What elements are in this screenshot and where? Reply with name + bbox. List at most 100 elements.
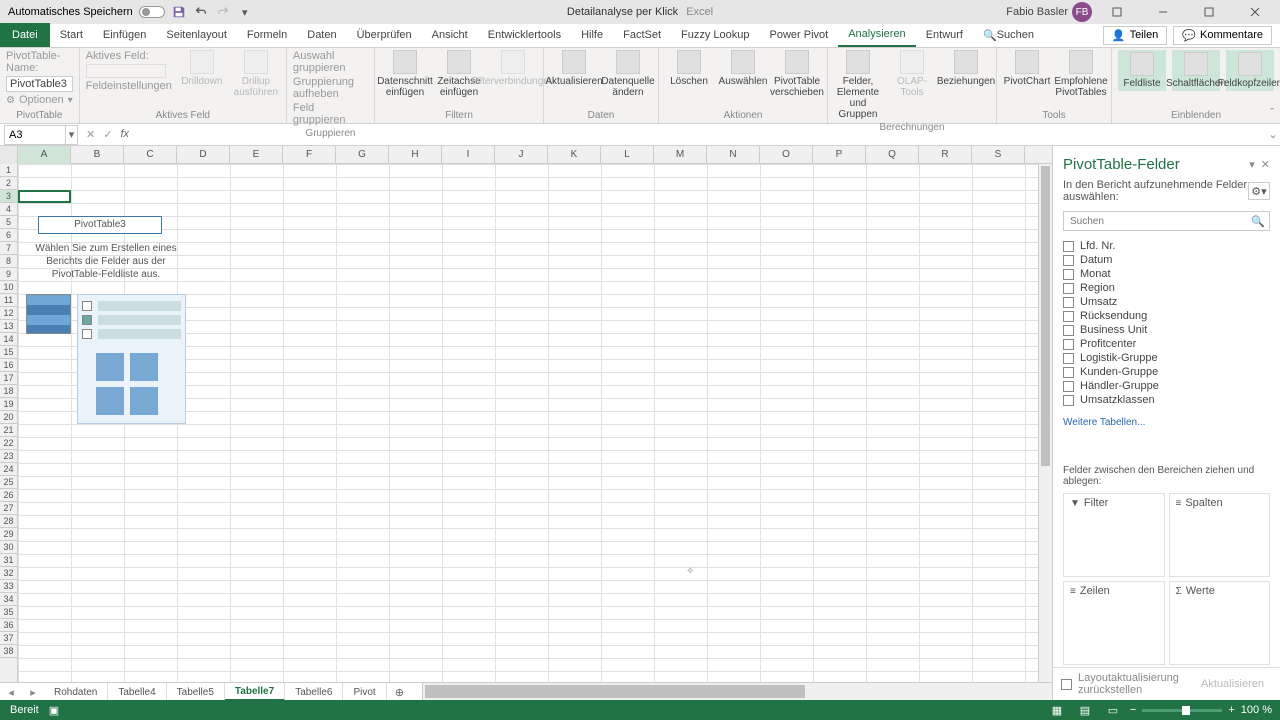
qat-customize-icon[interactable]: ▾ [237, 4, 253, 20]
row-header[interactable]: 22 [0, 437, 17, 450]
field-item[interactable]: Region [1063, 281, 1270, 295]
col-header[interactable]: L [601, 146, 654, 164]
area-filter[interactable]: ▼ Filter [1063, 493, 1165, 577]
field-item[interactable]: Logistik-Gruppe [1063, 351, 1270, 365]
ribbon-mode-icon[interactable] [1096, 0, 1138, 24]
row-header[interactable]: 5 [0, 216, 17, 229]
row-header[interactable]: 14 [0, 333, 17, 346]
sheet-tab[interactable]: Pivot [343, 683, 386, 700]
col-header[interactable]: R [919, 146, 972, 164]
row-header[interactable]: 1 [0, 164, 17, 177]
field-checkbox[interactable] [1063, 395, 1074, 406]
col-header[interactable]: S [972, 146, 1025, 164]
refresh-button[interactable]: Aktualisieren [550, 50, 598, 87]
field-checkbox[interactable] [1063, 381, 1074, 392]
tab-entwurf[interactable]: Entwurf [916, 23, 973, 47]
view-layout-icon[interactable]: ▤ [1074, 702, 1096, 718]
col-header[interactable]: G [336, 146, 389, 164]
tab-überprüfen[interactable]: Überprüfen [347, 23, 422, 47]
recommended-button[interactable]: Empfohlene PivotTables [1057, 50, 1105, 98]
row-header[interactable]: 21 [0, 424, 17, 437]
area-columns[interactable]: ≡ Spalten [1169, 493, 1271, 577]
tab-seitenlayout[interactable]: Seitenlayout [156, 23, 237, 47]
collapse-ribbon-icon[interactable]: ˆ [1270, 107, 1274, 119]
row-header[interactable]: 34 [0, 593, 17, 606]
field-checkbox[interactable] [1063, 269, 1074, 280]
timeline-button[interactable]: Zeitachse einfügen [435, 50, 483, 98]
vertical-scrollbar[interactable] [1038, 164, 1052, 682]
col-header[interactable]: A [18, 146, 71, 164]
sheet-tab[interactable]: Tabelle6 [285, 683, 343, 700]
col-header[interactable]: H [389, 146, 442, 164]
add-sheet-button[interactable]: ⊕ [387, 686, 412, 699]
buttons-button[interactable]: Schaltflächen [1172, 50, 1220, 91]
field-item[interactable]: Händler-Gruppe [1063, 379, 1270, 393]
tab-ansicht[interactable]: Ansicht [422, 23, 478, 47]
area-rows[interactable]: ≡ Zeilen [1063, 581, 1165, 665]
field-checkbox[interactable] [1063, 339, 1074, 350]
field-item[interactable]: Datum [1063, 253, 1270, 267]
col-header[interactable]: N [707, 146, 760, 164]
row-header[interactable]: 8 [0, 255, 17, 268]
row-header[interactable]: 33 [0, 580, 17, 593]
tab-daten[interactable]: Daten [297, 23, 346, 47]
save-icon[interactable] [171, 4, 187, 20]
tab-entwicklertools[interactable]: Entwicklertools [478, 23, 571, 47]
horizontal-scrollbar[interactable] [422, 683, 1052, 700]
col-header[interactable]: D [177, 146, 230, 164]
tab-factset[interactable]: FactSet [613, 23, 671, 47]
name-box[interactable]: A3 [4, 125, 66, 145]
col-header[interactable]: F [283, 146, 336, 164]
fields-items-button[interactable]: Felder, Elemente und Gruppen [834, 50, 882, 120]
pane-close-icon[interactable]: ✕ [1261, 158, 1270, 171]
area-values[interactable]: Σ Werte [1169, 581, 1271, 665]
col-header[interactable]: Q [866, 146, 919, 164]
field-checkbox[interactable] [1063, 283, 1074, 294]
zoom-out-icon[interactable]: − [1130, 704, 1136, 716]
select-button[interactable]: Auswählen [719, 50, 767, 87]
field-item[interactable]: Lfd. Nr. [1063, 239, 1270, 253]
field-search-input[interactable] [1064, 216, 1247, 227]
change-source-button[interactable]: Datenquelle ändern [604, 50, 652, 98]
defer-checkbox[interactable] [1061, 679, 1072, 690]
col-header[interactable]: C [124, 146, 177, 164]
col-header[interactable]: E [230, 146, 283, 164]
name-box-dropdown-icon[interactable]: ▾ [66, 125, 78, 145]
row-header[interactable]: 32 [0, 567, 17, 580]
row-header[interactable]: 25 [0, 476, 17, 489]
row-header[interactable]: 15 [0, 346, 17, 359]
row-header[interactable]: 26 [0, 489, 17, 502]
row-header[interactable]: 10 [0, 281, 17, 294]
col-header[interactable]: I [442, 146, 495, 164]
field-item[interactable]: Monat [1063, 267, 1270, 281]
row-header[interactable]: 36 [0, 619, 17, 632]
row-header[interactable]: 16 [0, 359, 17, 372]
field-item[interactable]: Profitcenter [1063, 337, 1270, 351]
view-break-icon[interactable]: ▭ [1102, 702, 1124, 718]
slicer-button[interactable]: Datenschnitt einfügen [381, 50, 429, 98]
col-header[interactable]: J [495, 146, 548, 164]
row-header[interactable]: 23 [0, 450, 17, 463]
col-header[interactable]: O [760, 146, 813, 164]
field-checkbox[interactable] [1063, 255, 1074, 266]
tab-start[interactable]: Start [50, 23, 93, 47]
share-button[interactable]: 👤 Teilen [1103, 26, 1167, 45]
col-header[interactable]: B [71, 146, 124, 164]
zoom-in-icon[interactable]: + [1228, 704, 1234, 716]
select-all-corner[interactable] [0, 146, 18, 164]
autosave-toggle[interactable] [139, 6, 165, 18]
row-header[interactable]: 30 [0, 541, 17, 554]
options-button[interactable]: Optionen [19, 94, 64, 106]
sheet-nav-prev-icon[interactable]: ◂ [0, 686, 22, 699]
row-header[interactable]: 9 [0, 268, 17, 281]
field-item[interactable]: Kunden-Gruppe [1063, 365, 1270, 379]
undo-icon[interactable] [193, 4, 209, 20]
move-pivot-button[interactable]: PivotTable verschieben [773, 50, 821, 98]
zoom-value[interactable]: 100 % [1241, 704, 1272, 716]
field-checkbox[interactable] [1063, 241, 1074, 252]
row-header[interactable]: 18 [0, 385, 17, 398]
fx-icon[interactable]: fx [120, 128, 129, 141]
clear-button[interactable]: Löschen [665, 50, 713, 87]
row-header[interactable]: 7 [0, 242, 17, 255]
macro-record-icon[interactable]: ▣ [49, 704, 59, 717]
